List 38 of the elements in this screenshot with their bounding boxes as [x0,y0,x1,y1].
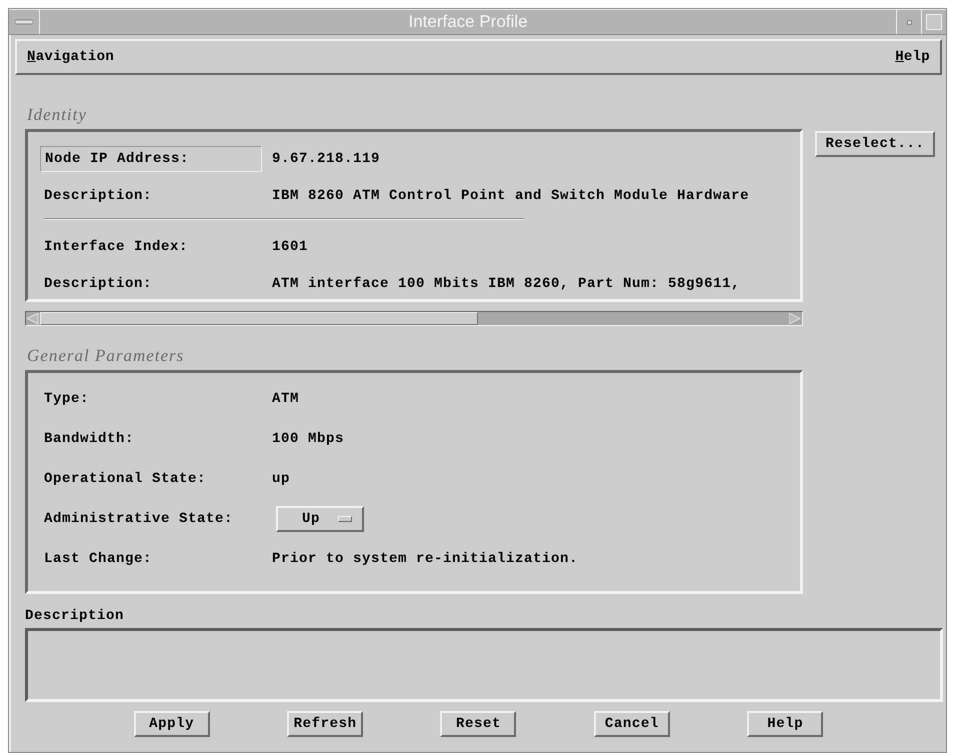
field-label: Bandwidth: [43,430,136,449]
field-label: Description: [43,186,154,206]
field-label: Node IP Address: [40,146,262,172]
field-value: Prior to system re-initialization. [272,551,578,567]
window-title: Interface Profile [407,11,529,33]
field-value: IBM 8260 ATM Control Point and Switch Module Hardware [272,188,750,204]
menu-item[interactable]: Help [895,49,930,65]
field-value: 1601 [272,238,308,254]
field-label: Administrative State: [43,510,234,529]
section-title: Identity [27,105,87,125]
right-arrow-icon[interactable] [789,313,801,324]
reselect-button[interactable]: Reselect... [815,131,935,157]
dialog-button[interactable]: Cancel [594,711,670,737]
square-icon [926,14,942,30]
dialog-button[interactable]: Reset [440,711,516,737]
bar-icon [15,19,33,25]
field-value: 100 Mbps [272,431,344,447]
field-label: Type: [43,390,90,409]
scrollbar-thumb[interactable] [40,312,478,325]
field-value: ATM [272,391,300,407]
description-label: Description [25,608,124,624]
field-value: ATM interface 100 Mbits IBM 8260, Part Num: 58g9611, [272,276,740,292]
dialog-button[interactable]: Help [747,711,824,737]
dialog-button[interactable]: Apply [134,711,210,737]
horizontal-scrollbar[interactable] [25,311,803,326]
left-arrow-icon[interactable] [27,313,39,324]
field-value: up [272,471,290,487]
description-field[interactable] [25,628,943,702]
menu-item[interactable]: Navigation [27,49,114,65]
dialog-button[interactable]: Refresh [287,711,364,737]
field-label: Description: [43,274,154,294]
field-label: Last Change: [43,550,154,569]
field-value: 9.67.218.119 [272,150,380,166]
field-label: Interface Index: [43,238,190,256]
section-title: General Parameters [27,346,184,366]
option-menu[interactable]: Up [276,506,364,532]
option-indicator-icon [338,516,352,522]
field-label: Operational State: [43,470,208,489]
